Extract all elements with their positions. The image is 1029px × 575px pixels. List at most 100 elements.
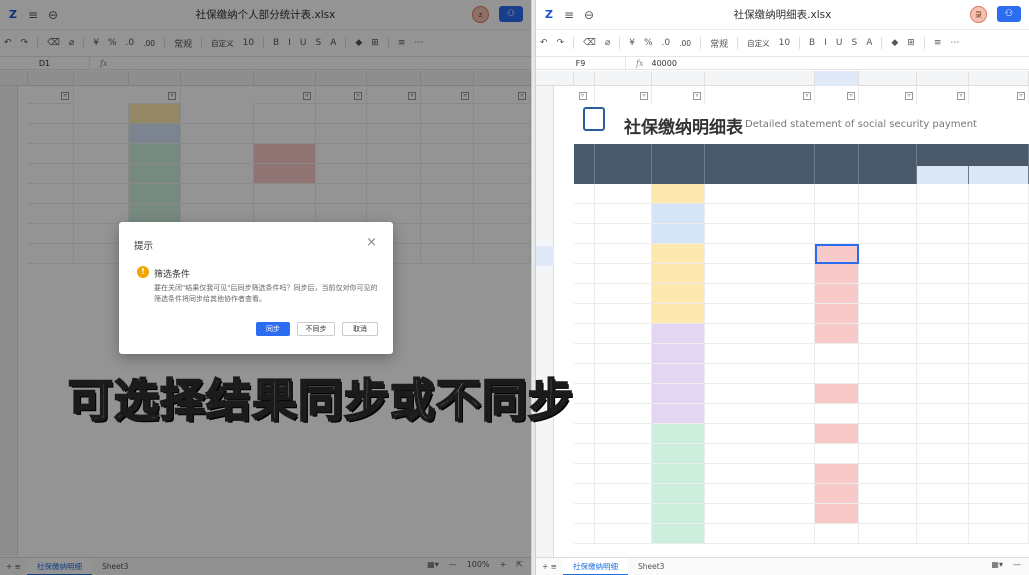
- filter-cell[interactable]: ▿: [652, 86, 705, 104]
- table-cell-dept[interactable]: [652, 264, 705, 284]
- row-header-11[interactable]: [536, 286, 554, 306]
- table-cell-n[interactable]: [574, 264, 595, 284]
- tab-sheet-1[interactable]: 社保缴纳明细: [562, 557, 628, 575]
- table-cell-dept[interactable]: [652, 464, 705, 484]
- toolbar-button-15[interactable]: A: [866, 38, 872, 48]
- table-cell-dept[interactable]: [652, 184, 705, 204]
- table-cell-yi[interactable]: [969, 244, 1029, 264]
- table-cell-name[interactable]: [595, 184, 652, 204]
- add-sheet-icon[interactable]: + ≡: [536, 562, 563, 571]
- table-cell-yi[interactable]: [969, 404, 1029, 424]
- table-cell-yi[interactable]: [969, 204, 1029, 224]
- table-cell-name[interactable]: [595, 364, 652, 384]
- filter-icon[interactable]: ▿: [847, 92, 855, 100]
- table-cell-dept[interactable]: [652, 284, 705, 304]
- table-cell-base[interactable]: [859, 244, 917, 264]
- table-cell-n[interactable]: [574, 424, 595, 444]
- filter-icon[interactable]: ▿: [905, 92, 913, 100]
- table-cell-n[interactable]: [574, 384, 595, 404]
- no-sync-button[interactable]: 不同步: [297, 322, 335, 336]
- table-cell-base[interactable]: [859, 384, 917, 404]
- table-cell-name[interactable]: [595, 344, 652, 364]
- table-cell-yl[interactable]: [917, 224, 969, 244]
- table-cell-n[interactable]: [574, 504, 595, 524]
- table-cell-base[interactable]: [859, 404, 917, 424]
- table-cell-base[interactable]: [859, 504, 917, 524]
- row-header-10[interactable]: [536, 266, 554, 286]
- table-cell-base[interactable]: [859, 184, 917, 204]
- table-cell-name[interactable]: [595, 504, 652, 524]
- table-cell-base[interactable]: [859, 304, 917, 324]
- filter-icon[interactable]: ▿: [640, 92, 648, 100]
- table-cell-base[interactable]: [859, 524, 917, 544]
- row-header-12[interactable]: [536, 306, 554, 326]
- filter-icon[interactable]: ▿: [693, 92, 701, 100]
- row-header-8[interactable]: [536, 226, 554, 246]
- table-cell-id[interactable]: [705, 224, 815, 244]
- table-cell-name[interactable]: [595, 444, 652, 464]
- table-cell-id[interactable]: [705, 264, 815, 284]
- table-cell-n[interactable]: [574, 224, 595, 244]
- toolbar-button-8[interactable]: 常规: [710, 37, 728, 50]
- filter-cell[interactable]: ▿: [917, 86, 969, 104]
- table-cell-yl[interactable]: [917, 184, 969, 204]
- table-cell-id[interactable]: [705, 424, 815, 444]
- filter-cell[interactable]: ▿: [859, 86, 917, 104]
- table-cell-id[interactable]: [705, 384, 815, 404]
- table-cell-dept[interactable]: [652, 324, 705, 344]
- table-cell-name[interactable]: [595, 464, 652, 484]
- row-header-2[interactable]: [536, 94, 554, 114]
- name-box[interactable]: F9: [536, 57, 626, 69]
- filter-icon[interactable]: ▿: [957, 92, 965, 100]
- filter-cell[interactable]: ▿: [969, 86, 1029, 104]
- table-cell-sal[interactable]: [815, 224, 859, 244]
- table-cell-id[interactable]: [705, 324, 815, 344]
- table-cell-dept[interactable]: [652, 304, 705, 324]
- table-cell-dept[interactable]: [652, 224, 705, 244]
- table-cell-sal[interactable]: [815, 284, 859, 304]
- filter-icon[interactable]: ▿: [578, 92, 587, 100]
- toolbar-button-7[interactable]: .00: [679, 39, 691, 48]
- table-cell-id[interactable]: [705, 444, 815, 464]
- table-cell-id[interactable]: [705, 284, 815, 304]
- column-header-A[interactable]: [554, 71, 574, 86]
- table-cell-yi[interactable]: [969, 264, 1029, 284]
- table-cell-yi[interactable]: [969, 284, 1029, 304]
- toolbar-button-5[interactable]: %: [644, 38, 653, 48]
- table-cell-id[interactable]: [705, 504, 815, 524]
- column-header-I[interactable]: [969, 71, 1029, 86]
- table-cell-yi[interactable]: [969, 304, 1029, 324]
- toolbar-button-10[interactable]: 10: [779, 38, 790, 48]
- table-cell-yi[interactable]: [969, 484, 1029, 504]
- row-header-14[interactable]: [536, 346, 554, 366]
- filter-cell[interactable]: ▿: [595, 86, 652, 104]
- toolbar-button-14[interactable]: S: [851, 38, 857, 48]
- table-cell-sal[interactable]: [815, 524, 859, 544]
- table-cell-sal[interactable]: [815, 504, 859, 524]
- zoom-out-icon[interactable]: —: [1013, 560, 1021, 569]
- share-icon[interactable]: ⚇: [997, 6, 1021, 22]
- table-cell-sal[interactable]: [815, 364, 859, 384]
- table-cell-dept[interactable]: [652, 384, 705, 404]
- cancel-button[interactable]: 取消: [342, 322, 378, 336]
- more-icon[interactable]: ⊖: [582, 8, 596, 22]
- table-cell-name[interactable]: [595, 484, 652, 504]
- table-cell-n[interactable]: [574, 464, 595, 484]
- table-cell-yi[interactable]: [969, 464, 1029, 484]
- formula-input[interactable]: 40000: [651, 59, 676, 68]
- table-cell-dept[interactable]: [652, 504, 705, 524]
- filter-cell[interactable]: ▿: [705, 86, 815, 104]
- table-cell-yi[interactable]: [969, 504, 1029, 524]
- table-cell-yi[interactable]: [969, 184, 1029, 204]
- row-header-18[interactable]: [536, 426, 554, 446]
- table-cell-dept[interactable]: [652, 364, 705, 384]
- table-cell-yl[interactable]: [917, 404, 969, 424]
- row-header-7[interactable]: [536, 206, 554, 226]
- table-cell-name[interactable]: [595, 404, 652, 424]
- table-cell-yi[interactable]: [969, 224, 1029, 244]
- toolbar-button-16[interactable]: ◆: [891, 38, 898, 48]
- row-header-19[interactable]: [536, 446, 554, 466]
- table-cell-base[interactable]: [859, 204, 917, 224]
- table-cell-yi[interactable]: [969, 424, 1029, 444]
- table-cell-sal[interactable]: [815, 304, 859, 324]
